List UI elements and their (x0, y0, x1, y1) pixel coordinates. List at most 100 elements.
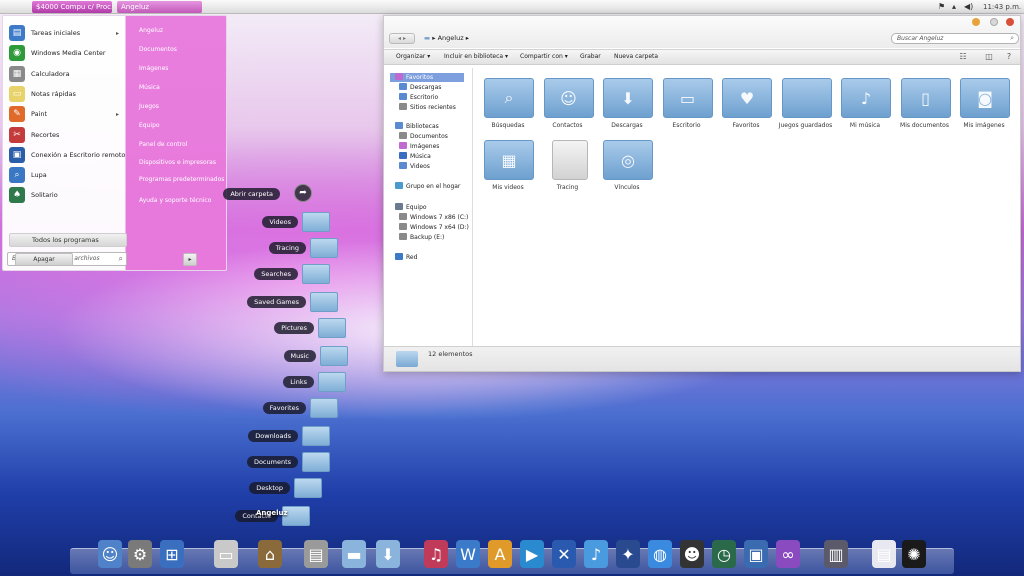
volume-icon[interactable]: ◀) (964, 1, 973, 13)
folder-item[interactable]: ☺ Contactos (540, 78, 596, 138)
toolbar-burn[interactable]: Grabar (580, 50, 601, 64)
stack-item[interactable]: Favorites (0, 398, 338, 418)
nav-item[interactable]: Windows 7 x86 (C:) (399, 213, 468, 222)
help-icon[interactable]: ? (1004, 52, 1014, 62)
folder-icon[interactable]: ▬ (342, 540, 366, 568)
taskbar-item-explorer[interactable]: Angeluz (117, 1, 202, 13)
globe-icon[interactable]: ◍ (648, 540, 672, 568)
folder-item[interactable]: ♥ Favoritos (718, 78, 774, 138)
start-place-item[interactable]: Ayuda y soporte técnico (139, 197, 225, 205)
submenu-arrow-icon[interactable]: ▸ (116, 111, 119, 118)
folder-item[interactable]: ♪ Mi música (837, 78, 893, 138)
network-app-icon[interactable]: ✦ (616, 540, 640, 568)
stack-item[interactable]: Desktop (0, 478, 322, 498)
media-player-icon[interactable]: ▶ (520, 540, 544, 568)
start-program-item[interactable]: ⌕ Lupa (3, 166, 127, 184)
start-program-item[interactable]: ♠ Solitario (3, 186, 127, 204)
document-stack-icon[interactable]: ▤ (872, 540, 896, 568)
stack-item[interactable]: Music (0, 346, 348, 366)
start-program-item[interactable]: ▭ Notas rápidas (3, 85, 127, 103)
start-place-item[interactable]: Equipo (139, 122, 225, 130)
nav-item[interactable]: Imágenes (399, 142, 439, 151)
folder-item[interactable]: ▯ Mis documentos (897, 78, 953, 138)
nav-item[interactable]: Equipo (395, 203, 427, 212)
hard-drive-icon[interactable]: ▤ (304, 540, 328, 568)
taskbar-item-browser[interactable]: $4000 Compu c/ Proc... (32, 1, 112, 13)
sync-icon[interactable]: ∞ (776, 540, 800, 568)
start-program-item[interactable]: ✎ Paint ▸ (3, 105, 127, 123)
minimize-button[interactable] (972, 18, 980, 26)
folder-item[interactable]: ▦ Mis videos (480, 140, 536, 200)
start-place-item[interactable]: Documentos (139, 46, 225, 54)
nav-item[interactable]: Escritorio (399, 93, 438, 102)
word-icon[interactable]: W (456, 540, 480, 568)
x-app-icon[interactable]: ✕ (552, 540, 576, 568)
start-program-item[interactable]: ▤ Tareas iniciales ▸ (3, 24, 127, 42)
nav-item[interactable]: Windows 7 x64 (D:) (399, 223, 469, 232)
start-place-item[interactable]: Panel de control (139, 141, 225, 149)
screenshot-icon[interactable]: ✺ (902, 540, 926, 568)
preview-pane-icon[interactable]: ◫ (984, 52, 994, 62)
start-place-item[interactable]: Programas predeterminados (139, 176, 225, 184)
explorer-search-input[interactable]: Buscar Angeluz ⌕ (891, 33, 1019, 44)
submenu-arrow-icon[interactable]: ▸ (116, 30, 119, 37)
nav-item[interactable]: Bibliotecas (395, 122, 439, 131)
folder-item[interactable]: ◙ Mis imágenes (956, 78, 1012, 138)
search-icon[interactable]: ⌕ (1010, 34, 1014, 43)
maximize-button[interactable] (990, 18, 998, 26)
folder-item[interactable]: ⌕ Búsquedas (480, 78, 536, 138)
start-place-item[interactable]: Imágenes (139, 65, 225, 73)
stack-item[interactable]: Searches (0, 264, 330, 284)
toolbar-share[interactable]: Compartir con ▾ (520, 50, 568, 64)
stack-item[interactable]: Documents (0, 452, 330, 472)
stack-item[interactable]: Pictures (0, 318, 346, 338)
nav-item[interactable]: Música (399, 152, 431, 161)
start-program-item[interactable]: ◉ Windows Media Center (3, 44, 127, 62)
start-place-item[interactable]: Dispositivos e impresoras (139, 159, 225, 167)
nav-item[interactable]: Documentos (399, 132, 448, 141)
start-program-item[interactable]: ✂ Recortes (3, 126, 127, 144)
start-place-item[interactable]: Angeluz (139, 27, 225, 35)
music-app-icon[interactable]: ♫ (424, 540, 448, 568)
imac-icon[interactable]: ▭ (214, 540, 238, 568)
start-place-item[interactable]: Música (139, 84, 225, 92)
start-program-item[interactable]: ▣ Conexión a Escritorio remoto (3, 146, 127, 164)
start-windows-icon[interactable]: ⊞ (160, 540, 184, 568)
nav-item[interactable]: Descargas (399, 83, 441, 92)
folder-item[interactable]: Juegos guardados (778, 78, 834, 138)
system-preferences-icon[interactable]: ⚙ (128, 540, 152, 568)
address-bar[interactable]: ▬ ▸ Angeluz ▸ (424, 33, 469, 44)
toolbar-new-folder[interactable]: Nueva carpeta (614, 50, 658, 64)
stack-item[interactable]: Videos (0, 212, 330, 232)
apple-menu-icon[interactable] (9, 1, 19, 12)
nav-item[interactable]: Grupo en el hogar (395, 182, 460, 191)
trash-icon[interactable]: ▥ (824, 540, 848, 568)
folder-item[interactable]: ⬇ Descargas (599, 78, 655, 138)
stack-item[interactable]: Tracing (0, 238, 338, 258)
nav-item[interactable]: Backup (E:) (399, 233, 444, 242)
wifi-icon[interactable]: ▴ (952, 1, 956, 13)
clock[interactable]: 11:43 p.m. (983, 1, 1021, 13)
home-icon[interactable]: ⌂ (258, 540, 282, 568)
nav-item[interactable]: Sitios recientes (399, 103, 456, 112)
nav-item[interactable]: Favoritos (390, 73, 464, 82)
view-options-icon[interactable]: ☷ (958, 52, 968, 62)
stack-item[interactable]: Abrir carpeta ➦ (223, 184, 312, 204)
address-path[interactable]: Angeluz (438, 34, 464, 42)
start-program-item[interactable]: ▦ Calculadora (3, 65, 127, 83)
clock-icon[interactable]: ◷ (712, 540, 736, 568)
display-icon[interactable]: ▣ (744, 540, 768, 568)
flag-icon[interactable]: ⚑ (938, 1, 945, 13)
folder-item[interactable]: Tracing (540, 140, 596, 200)
folder-item[interactable]: ▭ Escritorio (659, 78, 715, 138)
stack-item[interactable]: Links (0, 372, 346, 392)
nav-item[interactable]: Red (395, 253, 417, 262)
close-button[interactable] (1006, 18, 1014, 26)
start-place-item[interactable]: Juegos (139, 103, 225, 111)
back-forward-buttons[interactable]: ◂ ▸ (389, 33, 415, 44)
finder-icon[interactable]: ☺ (98, 540, 122, 568)
nav-item[interactable]: Videos (399, 162, 430, 171)
stack-item[interactable]: Saved Games (0, 292, 338, 312)
downloads-icon[interactable]: ⬇ (376, 540, 400, 568)
folder-item[interactable]: ◎ Vínculos (599, 140, 655, 200)
